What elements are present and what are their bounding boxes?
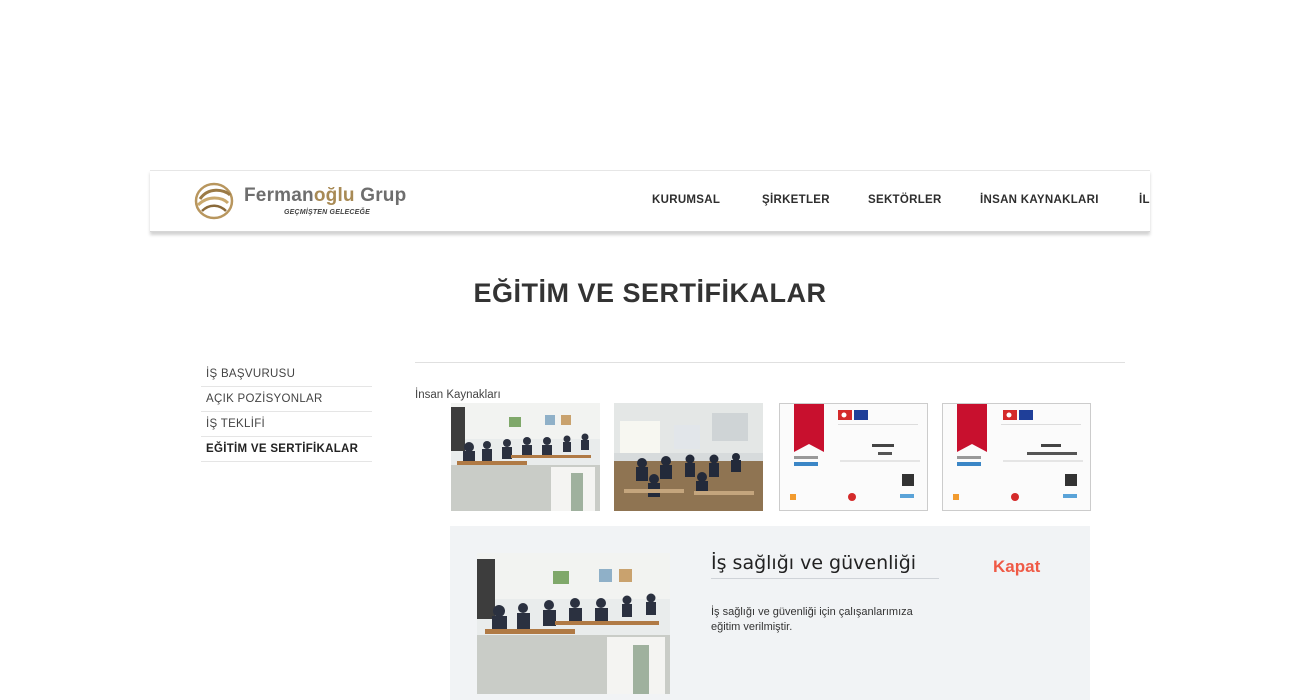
close-button[interactable]: Kapat	[993, 557, 1040, 577]
detail-description: İş sağlığı ve güvenliği için çalışanları…	[711, 606, 913, 633]
page-title: EĞİTİM VE SERTİFİKALAR	[473, 278, 827, 308]
sidebar-item-egitim-ve-sertifikalar[interactable]: EĞİTİM VE SERTİFİKALAR	[201, 437, 372, 462]
nav-insan-kaynaklari[interactable]: İNSAN KAYNAKLARI	[980, 194, 1099, 206]
content-divider	[415, 362, 1125, 363]
detail-title: İş sağlığı ve güvenliği	[711, 552, 939, 579]
sidebar-menu: İŞ BAŞVURUSU AÇIK POZİSYONLAR İŞ TEKLİFİ…	[201, 362, 372, 462]
certificate-icon	[780, 404, 927, 510]
classroom-projector-photo-icon	[614, 403, 763, 511]
brand-tagline: GEÇMİŞTEN GELECEĞE	[284, 209, 371, 216]
sidebar-item-acik-pozisyonlar[interactable]: AÇIK POZİSYONLAR	[201, 387, 372, 412]
nav-iletisim[interactable]: İL	[1139, 194, 1150, 206]
nav-kurumsal[interactable]: KURUMSAL	[652, 194, 720, 206]
gallery-thumb-classroom-2[interactable]	[614, 403, 763, 511]
breadcrumb: İnsan Kaynakları	[415, 389, 501, 401]
gallery-thumb-classroom-1[interactable]	[451, 403, 600, 511]
logo-icon[interactable]	[194, 181, 234, 221]
nav-sektorler[interactable]: SEKTÖRLER	[868, 194, 942, 206]
sidebar-item-is-teklifi[interactable]: İŞ TEKLİFİ	[201, 412, 372, 437]
gallery-thumb-certificate-2[interactable]	[942, 403, 1091, 511]
site-header: Fermanoğlu Grup GEÇMİŞTEN GELECEĞE KURUM…	[150, 170, 1150, 232]
detail-panel: İş sağlığı ve güvenliği Kapat İş sağlığı…	[450, 526, 1090, 700]
classroom-photo-icon	[477, 553, 670, 694]
detail-image	[477, 553, 670, 694]
classroom-photo-icon	[451, 403, 600, 511]
sidebar-item-is-basvurusu[interactable]: İŞ BAŞVURUSU	[201, 362, 372, 387]
nav-sirketler[interactable]: ŞİRKETLER	[762, 194, 830, 206]
brand-name[interactable]: Fermanoğlu Grup	[244, 185, 406, 207]
gallery-thumb-certificate-1[interactable]	[779, 403, 928, 511]
certificate-icon	[943, 404, 1090, 510]
